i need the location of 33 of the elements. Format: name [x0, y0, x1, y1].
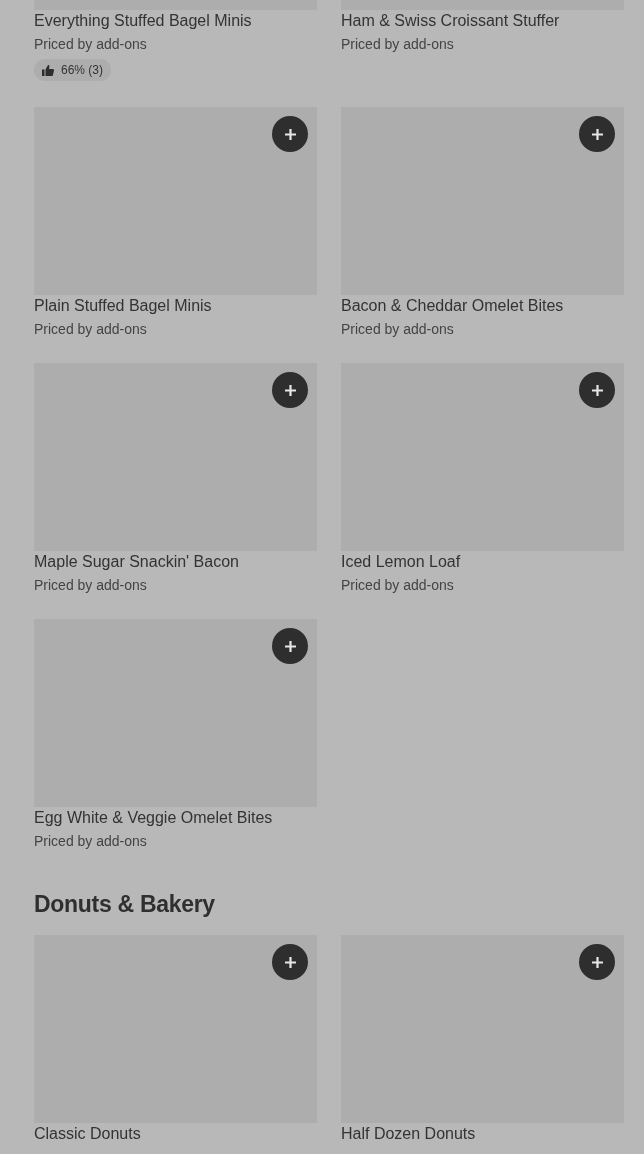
plus-icon [283, 639, 297, 653]
price-note: Priced by add-ons [341, 576, 455, 595]
price-note: Priced by add-ons [341, 320, 455, 339]
plus-icon [283, 127, 297, 141]
price-note: Priced by add-ons [341, 35, 455, 54]
add-button[interactable] [579, 372, 615, 408]
plus-icon [283, 955, 297, 969]
item-name: Iced Lemon Loaf [341, 552, 462, 572]
plus-icon [283, 383, 297, 397]
add-button[interactable] [579, 944, 615, 980]
item-name: Bacon & Cheddar Omelet Bites [341, 296, 565, 316]
item-name: Half Dozen Donuts [341, 1124, 477, 1144]
thumbs-up-icon [42, 64, 54, 76]
rating-badge: 66% (3) [34, 59, 112, 81]
item-name: Maple Sugar Snackin' Bacon [34, 552, 240, 572]
item-name: Ham & Swiss Croissant Stuffer [341, 11, 561, 31]
price-note: Priced by add-ons [34, 576, 148, 595]
add-button[interactable] [272, 944, 308, 980]
item-name: Everything Stuffed Bagel Minis [34, 11, 253, 31]
price-note: Priced by add-ons [34, 832, 148, 851]
add-button[interactable] [272, 628, 308, 664]
add-button[interactable] [272, 116, 308, 152]
price-note: Priced by add-ons [34, 320, 148, 339]
plus-icon [590, 127, 604, 141]
add-button[interactable] [272, 372, 308, 408]
plus-icon [590, 383, 604, 397]
add-button[interactable] [579, 116, 615, 152]
section-heading: Donuts & Bakery [34, 890, 216, 919]
item-name: Egg White & Veggie Omelet Bites [34, 808, 274, 828]
plus-icon [590, 955, 604, 969]
item-name: Plain Stuffed Bagel Minis [34, 296, 213, 316]
item-name: Classic Donuts [34, 1124, 142, 1144]
price-note: Priced by add-ons [34, 35, 148, 54]
